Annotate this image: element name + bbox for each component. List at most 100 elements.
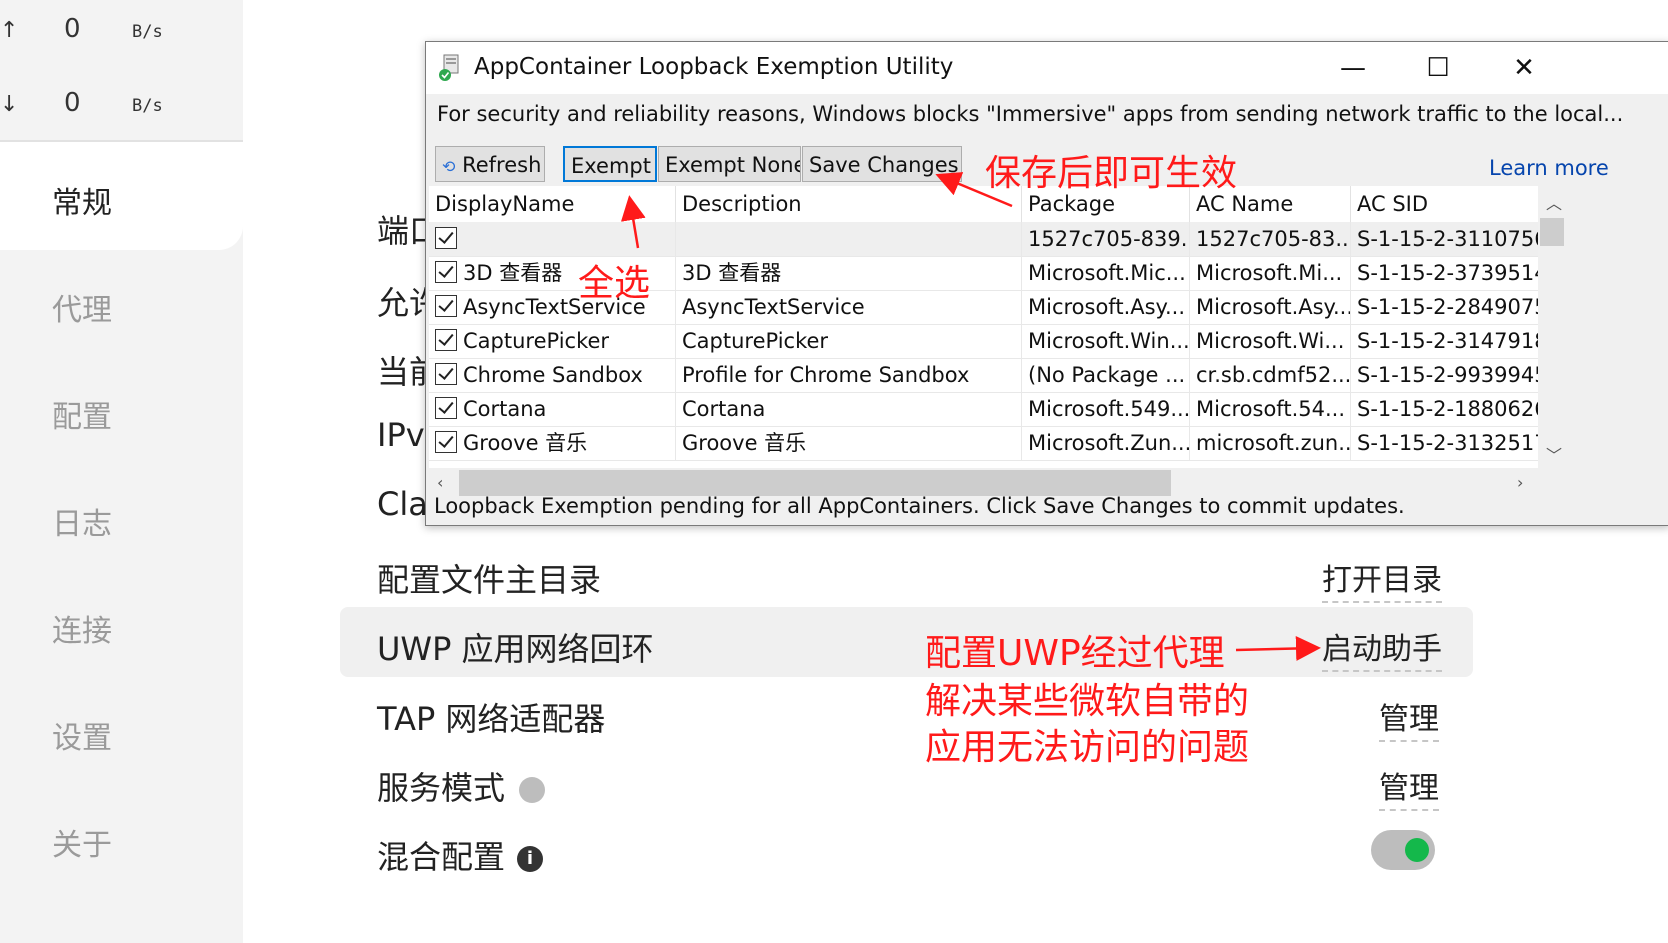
- cell-ac-name: microsoft.zun...: [1190, 426, 1351, 460]
- info-icon[interactable]: i: [517, 846, 544, 872]
- sidebar-item-settings[interactable]: 设置: [52, 713, 112, 757]
- annotation-save-note: 保存后即可生效: [985, 153, 1238, 194]
- annotation-uwp-line2: 解决某些微软自带的: [925, 681, 1250, 722]
- cell-ac-name: cr.sb.cdmf52...: [1190, 358, 1351, 392]
- row-checkbox[interactable]: [435, 261, 457, 283]
- col-description[interactable]: Description: [676, 186, 1022, 222]
- cell-ac-name: Microsoft.Asy...: [1190, 290, 1351, 324]
- cell-description: [676, 222, 1022, 256]
- sidebar-item-general[interactable]: 常规: [52, 178, 112, 222]
- setting-service-label: 服务模式: [377, 769, 506, 807]
- app-icon: [439, 54, 459, 81]
- scroll-left-icon[interactable]: ‹: [437, 473, 443, 492]
- table-row[interactable]: Chrome Sandbox Profile for Chrome Sandbox…: [429, 358, 1541, 393]
- service-manage-button[interactable]: 管理: [1379, 763, 1439, 811]
- download-unit: B/s: [132, 96, 163, 116]
- setting-mixin: 混合配置 i: [377, 832, 544, 878]
- row-checkbox[interactable]: [435, 227, 457, 249]
- cell-sid: S-1-15-2-3110756: [1351, 222, 1541, 256]
- row-display-name: CapturePicker: [463, 329, 610, 353]
- sidebar-item-about[interactable]: 关于: [52, 820, 112, 864]
- vertical-scroll-thumb[interactable]: [1540, 218, 1564, 246]
- cell-ac-name: Microsoft.Mi...: [1190, 256, 1351, 290]
- row-display-name: Chrome Sandbox: [463, 363, 643, 387]
- minimize-button[interactable]: —: [1328, 48, 1378, 88]
- maximize-button[interactable]: ☐: [1413, 48, 1463, 88]
- dialog-title: AppContainer Loopback Exemption Utility: [474, 54, 954, 80]
- cell-description: Cortana: [676, 392, 1022, 426]
- row-checkbox[interactable]: [435, 329, 457, 351]
- exempt-all-button[interactable]: Exempt All: [563, 146, 657, 182]
- cell-package: 1527c705-839...: [1022, 222, 1190, 256]
- vertical-scrollbar[interactable]: ︿ ﹀: [1538, 186, 1566, 468]
- scroll-up-icon[interactable]: ︿: [1546, 190, 1562, 214]
- row-checkbox[interactable]: [435, 295, 457, 317]
- mixin-toggle[interactable]: [1371, 830, 1435, 870]
- cell-sid: S-1-15-2-3147918: [1351, 324, 1541, 358]
- sidebar-item-connections[interactable]: 连接: [52, 606, 112, 650]
- cell-ac-name: 1527c705-83...: [1190, 222, 1351, 256]
- tap-manage-button[interactable]: 管理: [1379, 694, 1439, 742]
- cell-package: Microsoft.Asy...: [1022, 290, 1190, 324]
- setting-clash-label: Cla: [377, 485, 428, 523]
- cell-description: Groove 音乐: [676, 426, 1022, 460]
- row-display-name: 3D 查看器: [463, 261, 563, 285]
- cell-package: Microsoft.Mic...: [1022, 256, 1190, 290]
- col-displayname[interactable]: DisplayName: [429, 186, 676, 222]
- col-ac-sid[interactable]: AC SID: [1351, 186, 1541, 222]
- row-checkbox[interactable]: [435, 431, 457, 453]
- sidebar-active-bg: [0, 142, 243, 250]
- scroll-right-icon[interactable]: ›: [1517, 473, 1523, 492]
- cell-description: CapturePicker: [676, 324, 1022, 358]
- cell-description: AsyncTextService: [676, 290, 1022, 324]
- learn-more-link[interactable]: Learn more: [1489, 156, 1609, 180]
- exempt-none-button[interactable]: Exempt None: [658, 146, 801, 182]
- row-display-name: Groove 音乐: [463, 431, 588, 455]
- cell-sid: S-1-15-2-1880626: [1351, 392, 1541, 426]
- cell-display: Cortana: [429, 392, 676, 426]
- globe-icon: [519, 777, 546, 803]
- cell-package: Microsoft.549...: [1022, 392, 1190, 426]
- launch-helper-button[interactable]: 启动助手: [1322, 624, 1442, 672]
- download-row: ↓ 0 B/s: [0, 84, 243, 124]
- cell-package: Microsoft.Zun...: [1022, 426, 1190, 460]
- cell-display: CapturePicker: [429, 324, 676, 358]
- scroll-down-icon[interactable]: ﹀: [1546, 442, 1562, 466]
- setting-ipv6-label: IPv: [377, 416, 425, 454]
- sidebar-item-logs[interactable]: 日志: [52, 499, 112, 543]
- annotation-select-all: 全选: [578, 263, 651, 304]
- status-bar: Loopback Exemption pending for all AppCo…: [434, 494, 1405, 518]
- horizontal-scroll-thumb[interactable]: [459, 470, 1171, 496]
- sidebar-item-proxy[interactable]: 代理: [52, 285, 112, 329]
- download-arrow-icon: ↓: [0, 92, 19, 117]
- save-changes-button[interactable]: Save Changes: [802, 146, 962, 182]
- cell-sid: S-1-15-2-2849075: [1351, 290, 1541, 324]
- table-row[interactable]: 1527c705-839... 1527c705-83... S-1-15-2-31…: [429, 222, 1541, 257]
- close-button[interactable]: ✕: [1499, 48, 1549, 88]
- dialog-titlebar[interactable]: AppContainer Loopback Exemption Utility …: [426, 42, 1668, 94]
- cell-description: 3D 查看器: [676, 256, 1022, 290]
- open-dir-button[interactable]: 打开目录: [1322, 555, 1442, 603]
- table-row[interactable]: CapturePicker CapturePicker Microsoft.Win.…: [429, 324, 1541, 359]
- setting-service-mode: 服务模式: [377, 763, 546, 809]
- setting-uwp-label: UWP 应用网络回环: [377, 630, 654, 668]
- row-display-name: Cortana: [463, 397, 547, 421]
- cell-display: Chrome Sandbox: [429, 358, 676, 392]
- row-checkbox[interactable]: [435, 363, 457, 385]
- upload-row: ↑ 0 B/s: [0, 10, 243, 50]
- annotation-uwp-line1: 配置UWP经过代理: [925, 633, 1225, 674]
- setting-profile-dir-label: 配置文件主目录: [377, 561, 602, 599]
- setting-tap-label: TAP 网络适配器: [377, 700, 606, 738]
- toggle-knob: [1405, 838, 1429, 862]
- table-row[interactable]: Cortana Cortana Microsoft.549... Microsoft.…: [429, 392, 1541, 427]
- cell-description: Profile for Chrome Sandbox: [676, 358, 1022, 392]
- cell-ac-name: Microsoft.54...: [1190, 392, 1351, 426]
- sidebar-item-profiles[interactable]: 配置: [52, 392, 112, 436]
- table-row[interactable]: Groove 音乐 Groove 音乐 Microsoft.Zun... micros…: [429, 426, 1541, 461]
- refresh-button[interactable]: ⟲ Refresh: [435, 146, 545, 182]
- upload-arrow-icon: ↑: [0, 18, 19, 43]
- row-checkbox[interactable]: [435, 397, 457, 419]
- refresh-icon: ⟲: [442, 157, 456, 176]
- cell-sid: S-1-15-2-3739514: [1351, 256, 1541, 290]
- appcontainer-grid: DisplayName Description Package AC Name …: [429, 186, 1541, 468]
